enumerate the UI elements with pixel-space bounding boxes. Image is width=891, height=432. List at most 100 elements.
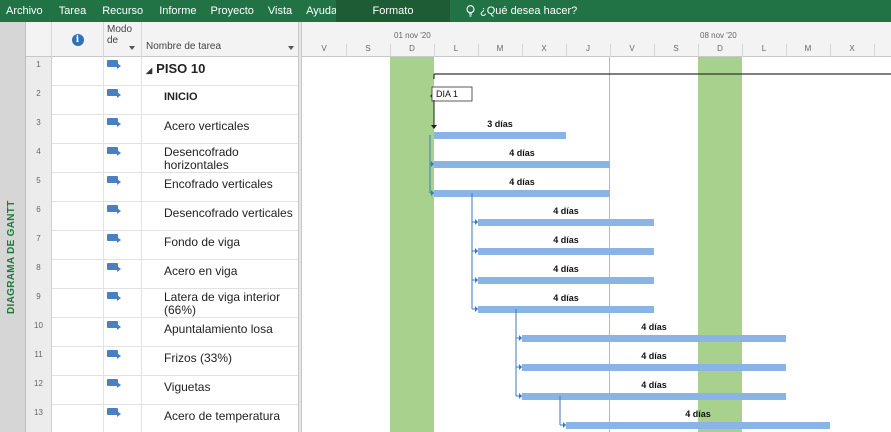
- task-duration-label: 4 días: [641, 322, 667, 332]
- table-row[interactable]: 13 Acero de temperatura: [26, 405, 298, 432]
- task-mode-cell[interactable]: [104, 289, 142, 318]
- table-row[interactable]: 5 Encofrado verticales: [26, 173, 298, 202]
- tab-informe[interactable]: Informe: [149, 0, 202, 22]
- row-number[interactable]: 9: [26, 289, 52, 318]
- task-name-cell[interactable]: Fondo de viga: [142, 231, 298, 260]
- indicator-cell[interactable]: [52, 347, 104, 376]
- tab-proyecto[interactable]: Proyecto: [202, 0, 259, 22]
- row-number[interactable]: 6: [26, 202, 52, 231]
- row-number[interactable]: 4: [26, 144, 52, 173]
- chevron-down-icon[interactable]: [129, 46, 135, 50]
- tab-recurso[interactable]: Recurso: [92, 0, 149, 22]
- tab-tarea[interactable]: Tarea: [49, 0, 93, 22]
- column-task-mode-label: Modo de: [107, 24, 133, 46]
- task-mode-cell[interactable]: [104, 86, 142, 115]
- table-row[interactable]: 3 Acero verticales: [26, 115, 298, 144]
- row-number[interactable]: 3: [26, 115, 52, 144]
- row-number[interactable]: 1: [26, 57, 52, 86]
- task-duration-label: 4 días: [641, 380, 667, 390]
- task-name-cell[interactable]: ◢ PISO 10: [142, 57, 298, 86]
- indicator-cell[interactable]: [52, 144, 104, 173]
- lightbulb-icon: [466, 5, 475, 17]
- table-row[interactable]: 12 Viguetas: [26, 376, 298, 405]
- row-number[interactable]: 2: [26, 86, 52, 115]
- tab-archivo[interactable]: Archivo: [0, 0, 49, 22]
- row-number[interactable]: 8: [26, 260, 52, 289]
- indicator-cell[interactable]: [52, 260, 104, 289]
- tell-me-box[interactable]: ¿Qué desea hacer?: [466, 0, 577, 22]
- task-name-cell[interactable]: Desencofrado verticales: [142, 202, 298, 231]
- table-row[interactable]: 11 Frizos (33%): [26, 347, 298, 376]
- gantt-canvas[interactable]: DIA 1 3 días 4 días 4 días 4 días 4 días 4 día…: [302, 57, 891, 432]
- task-mode-cell[interactable]: [104, 57, 142, 86]
- select-all-cell[interactable]: [26, 22, 52, 57]
- table-row[interactable]: 4 Desencofrado horizontales: [26, 144, 298, 173]
- task-name-cell[interactable]: Acero en viga: [142, 260, 298, 289]
- table-row[interactable]: 7 Fondo de viga: [26, 231, 298, 260]
- day-label: D: [717, 44, 723, 53]
- day-label: M: [496, 44, 504, 53]
- table-row[interactable]: 10 Apuntalamiento losa: [26, 318, 298, 347]
- row-number[interactable]: 10: [26, 318, 52, 347]
- auto-schedule-icon: [107, 89, 121, 98]
- collapse-triangle-icon[interactable]: ◢: [146, 66, 152, 75]
- table-row[interactable]: 1 ◢ PISO 10: [26, 57, 298, 86]
- dependency-arrow: [475, 306, 478, 312]
- task-name-cell[interactable]: Encofrado verticales: [142, 173, 298, 202]
- row-number[interactable]: 13: [26, 405, 52, 432]
- task-mode-cell[interactable]: [104, 231, 142, 260]
- indicator-cell[interactable]: [52, 405, 104, 432]
- auto-schedule-icon: [107, 234, 121, 243]
- task-mode-cell[interactable]: [104, 405, 142, 432]
- row-number[interactable]: 12: [26, 376, 52, 405]
- table-row[interactable]: 2 INICIO: [26, 86, 298, 115]
- task-name-cell[interactable]: Apuntalamiento losa: [142, 318, 298, 347]
- task-bar: [522, 393, 786, 400]
- indicator-cell[interactable]: [52, 318, 104, 347]
- row-number[interactable]: 5: [26, 173, 52, 202]
- day-label: J: [586, 44, 590, 53]
- gantt-chart[interactable]: 01 nov '20 08 nov '20 V S D L M X J V S D L M X DIA …: [302, 22, 891, 432]
- row-number[interactable]: 11: [26, 347, 52, 376]
- indicator-cell[interactable]: [52, 86, 104, 115]
- day-label: S: [365, 44, 371, 53]
- task-bar: [434, 132, 566, 139]
- column-task-name-label: Nombre de tarea: [146, 41, 222, 52]
- row-number[interactable]: 7: [26, 231, 52, 260]
- task-name-cell[interactable]: Acero verticales: [142, 115, 298, 144]
- column-indicators[interactable]: i: [52, 22, 104, 57]
- indicator-cell[interactable]: [52, 57, 104, 86]
- tab-formato[interactable]: Formato: [336, 0, 450, 22]
- tab-vista[interactable]: Vista: [260, 0, 298, 22]
- indicator-cell[interactable]: [52, 376, 104, 405]
- task-mode-cell[interactable]: [104, 115, 142, 144]
- indicator-cell[interactable]: [52, 173, 104, 202]
- task-mode-cell[interactable]: [104, 318, 142, 347]
- indicator-cell[interactable]: [52, 231, 104, 260]
- table-row[interactable]: 6 Desencofrado verticales: [26, 202, 298, 231]
- task-name-cell[interactable]: INICIO: [142, 86, 298, 115]
- task-mode-cell[interactable]: [104, 202, 142, 231]
- dependency-arrow: [475, 248, 478, 254]
- task-mode-cell[interactable]: [104, 376, 142, 405]
- indicator-cell[interactable]: [52, 289, 104, 318]
- task-name-cell[interactable]: Desencofrado horizontales: [142, 144, 298, 173]
- task-mode-cell[interactable]: [104, 144, 142, 173]
- task-mode-cell[interactable]: [104, 173, 142, 202]
- table-row[interactable]: 9 Latera de viga interior (66%): [26, 289, 298, 318]
- indicator-cell[interactable]: [52, 115, 104, 144]
- column-task-mode[interactable]: Modo de: [104, 22, 142, 57]
- task-name-cell[interactable]: Viguetas: [142, 376, 298, 405]
- task-mode-cell[interactable]: [104, 260, 142, 289]
- auto-schedule-icon: [107, 60, 121, 69]
- indicator-cell[interactable]: [52, 202, 104, 231]
- column-task-name[interactable]: Nombre de tarea: [142, 22, 298, 57]
- day-tick: [874, 44, 875, 57]
- chevron-down-icon[interactable]: [288, 46, 294, 50]
- table-row[interactable]: 8 Acero en viga: [26, 260, 298, 289]
- task-name-cell[interactable]: Latera de viga interior (66%): [142, 289, 298, 318]
- task-name-cell[interactable]: Acero de temperatura: [142, 405, 298, 432]
- task-name-cell[interactable]: Frizos (33%): [142, 347, 298, 376]
- task-mode-cell[interactable]: [104, 347, 142, 376]
- view-strip: DIAGRAMA DE GANTT: [0, 22, 26, 432]
